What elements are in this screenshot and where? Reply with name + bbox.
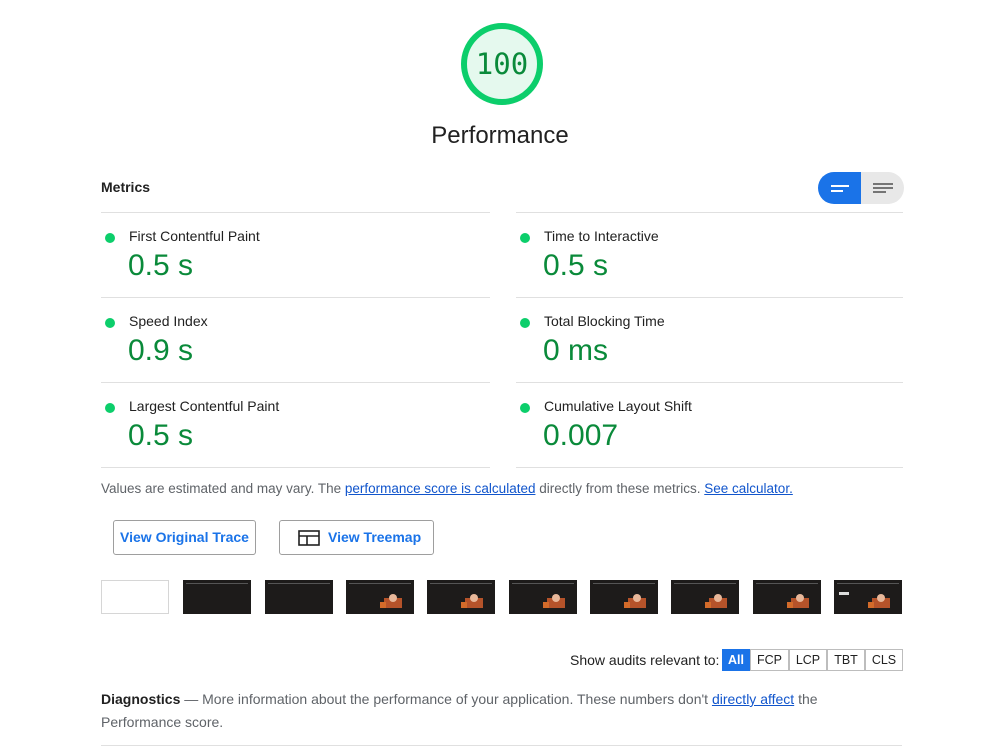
metric-cumulative-layout-shift: Cumulative Layout Shift 0.007 [516,383,904,467]
metric-total-blocking-time: Total Blocking Time 0 ms [516,298,904,382]
pass-indicator-icon [520,233,530,243]
performance-score: 100 [475,47,529,81]
treemap-icon [298,530,320,546]
bars-view-icon [831,185,849,192]
filmstrip-frame [834,580,902,614]
filmstrip-frame [265,580,333,614]
filmstrip-frame [590,580,658,614]
directly-affect-link[interactable]: directly affect [712,691,794,707]
bars-view-button[interactable] [818,172,861,204]
metric-time-to-interactive: Time to Interactive 0.5 s [516,213,904,297]
filter-chip-fcp[interactable]: FCP [750,649,789,671]
metric-label: First Contentful Paint [129,228,260,244]
filmstrip-frame [753,580,821,614]
filter-chip-cls[interactable]: CLS [865,649,903,671]
diagnostics-section: Diagnostics — More information about the… [101,688,901,734]
filmstrip-frame [509,580,577,614]
pass-indicator-icon [520,318,530,328]
filter-chip-tbt[interactable]: TBT [827,649,865,671]
divider [101,745,902,746]
see-calculator-link[interactable]: See calculator. [704,481,793,496]
filmstrip-frame [427,580,495,614]
divider [101,467,490,468]
view-original-trace-button[interactable]: View Original Trace [113,520,256,555]
metric-label: Total Blocking Time [544,313,665,329]
note-text: Values are estimated and may vary. The [101,481,345,496]
metric-first-contentful-paint: First Contentful Paint 0.5 s [101,213,489,297]
metric-label: Speed Index [129,313,208,329]
view-treemap-button[interactable]: View Treemap [279,520,434,555]
metric-label: Largest Contentful Paint [129,398,280,414]
pass-indicator-icon [105,403,115,413]
score-calculation-link[interactable]: performance score is calculated [345,481,536,496]
filter-chip-all[interactable]: All [722,649,750,671]
metric-label: Cumulative Layout Shift [544,398,692,414]
divider [516,467,903,468]
metrics-view-toggle [818,172,904,204]
list-view-icon [873,183,893,193]
diagnostics-text: More information about the performance o… [202,691,712,707]
filmstrip-frame [671,580,739,614]
metric-value: 0.5 s [543,249,609,282]
view-treemap-label: View Treemap [328,529,422,545]
metric-value: 0.9 s [128,334,194,367]
metric-label: Time to Interactive [544,228,659,244]
audit-filter-label: Show audits relevant to: [570,652,720,668]
metric-value: 0 ms [543,334,609,367]
note-text: directly from these metrics. [535,481,705,496]
filter-chip-lcp[interactable]: LCP [789,649,827,671]
filmstrip-frame [183,580,251,614]
metrics-note: Values are estimated and may vary. The p… [101,481,793,496]
filmstrip-frame [101,580,169,614]
pass-indicator-icon [105,318,115,328]
metric-largest-contentful-paint: Largest Contentful Paint 0.5 s [101,383,489,467]
pass-indicator-icon [105,233,115,243]
metrics-heading: Metrics [101,179,151,195]
list-view-button[interactable] [861,172,904,204]
diagnostics-dash: — [180,691,203,707]
metric-value: 0.007 [543,419,619,452]
diagnostics-title: Diagnostics [101,691,181,707]
metric-value: 0.5 s [128,419,194,452]
filmstrip-frame [346,580,414,614]
performance-gauge: 100 [460,22,544,106]
gauge-title: Performance [431,122,569,149]
metric-speed-index: Speed Index 0.9 s [101,298,489,382]
metric-value: 0.5 s [128,249,194,282]
pass-indicator-icon [520,403,530,413]
